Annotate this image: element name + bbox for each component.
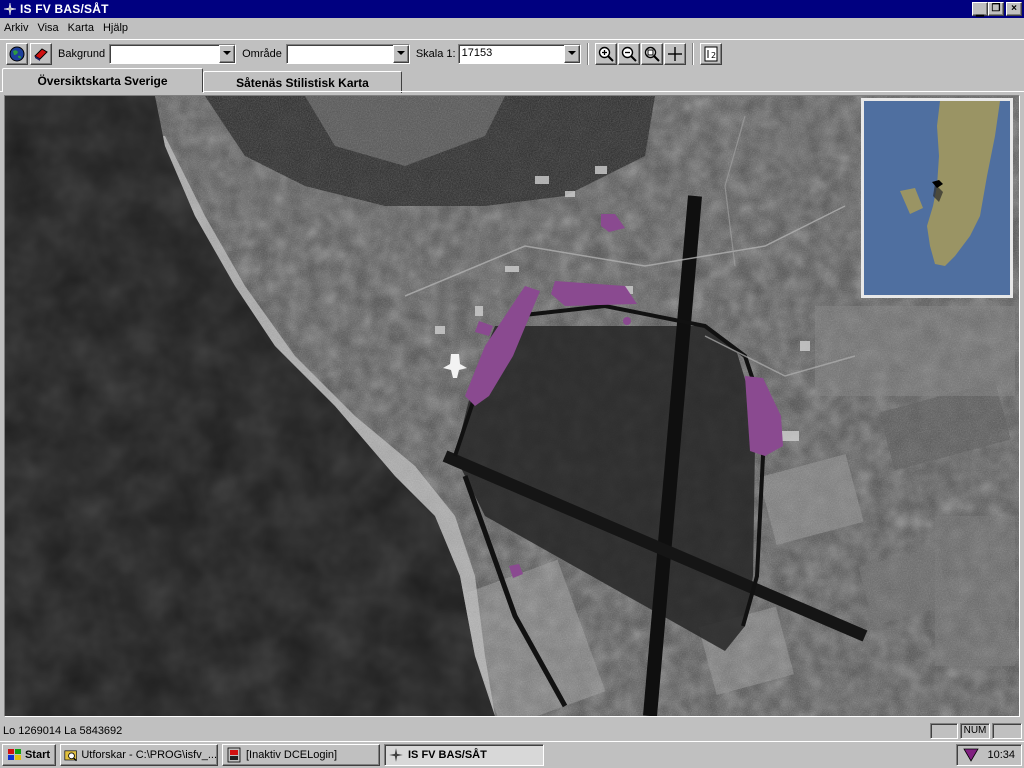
minimize-button[interactable]: ▁ (972, 2, 988, 16)
satellite-map[interactable] (5, 96, 1019, 716)
menu-karta[interactable]: Karta (68, 22, 94, 34)
close-icon: × (1011, 3, 1017, 14)
tray-network-icon[interactable] (963, 748, 979, 762)
layers-icon (34, 47, 48, 61)
omrade-select[interactable] (285, 43, 410, 64)
menu-hjalp-label: Hjälp (102, 22, 129, 34)
clock[interactable]: 10:34 (987, 749, 1015, 761)
toolbar-separator (586, 42, 589, 65)
tab-oversiktskarta-label: Översiktskarta Sverige (37, 73, 168, 88)
svg-text:2: 2 (711, 51, 716, 60)
globe-button[interactable] (6, 42, 28, 65)
toolbar-separator (691, 42, 694, 65)
omrade-value (287, 45, 393, 63)
scale-bar-button[interactable]: 2 (699, 42, 722, 65)
windows-logo-icon (7, 749, 21, 760)
skala-value: 17153 (461, 46, 493, 59)
status-panel-empty (992, 722, 1022, 739)
close-button[interactable]: × (1006, 2, 1022, 16)
skala-label: Skala 1: (415, 47, 456, 60)
menu-arkiv-label: Arkiv (4, 22, 29, 34)
task-is-fv-bas-sat[interactable]: IS FV BAS/SÅT (384, 744, 544, 766)
omrade-label: Område (242, 47, 282, 60)
zoom-fit-button[interactable] (640, 42, 663, 65)
system-tray: 10:34 (956, 744, 1022, 766)
task-dcelogin[interactable]: [Inaktiv DCELogin] (222, 744, 380, 766)
bakgrund-label: Bakgrund (58, 47, 106, 60)
menu-visa-label: Visa (37, 22, 59, 34)
menu-visa[interactable]: Visa (37, 22, 58, 34)
tab-satenas-karta-label: Såtenäs Stilistisk Karta (236, 75, 369, 90)
zoom-out-icon (621, 46, 637, 62)
zoom-in-button[interactable] (594, 42, 617, 65)
globe-icon (9, 46, 25, 61)
login-icon (227, 747, 241, 763)
minimize-icon: ▁ (976, 5, 984, 17)
chevron-down-icon[interactable] (392, 44, 409, 63)
app-icon (389, 748, 403, 762)
task-is-fv-bas-sat-label: IS FV BAS/SÅT (408, 749, 487, 761)
tab-oversiktskarta[interactable]: Översiktskarta Sverige (2, 68, 203, 92)
menu-bar: Arkiv Visa Karta Hjälp (0, 18, 1024, 38)
scale-bar-icon: 2 (704, 46, 718, 61)
start-label: Start (24, 749, 51, 761)
menu-arkiv[interactable]: Arkiv (4, 22, 28, 34)
restore-icon: ❐ (991, 3, 1001, 14)
taskbar: Start Utforskar - C:\PROG\isfv_... [Inak… (0, 741, 1024, 768)
pan-button[interactable] (663, 42, 686, 65)
chevron-down-icon[interactable] (219, 44, 236, 63)
menu-hjalp[interactable]: Hjälp (103, 22, 128, 34)
chevron-down-icon[interactable] (563, 44, 580, 63)
task-utforskare-label: Utforskar - C:\PROG\isfv_... (81, 749, 217, 761)
zoom-in-icon (598, 46, 614, 62)
title-bar[interactable]: IS FV BAS/SÅT ▁ ❐ × (0, 0, 1024, 18)
toolbar: Bakgrund Område Skala 1: 17153 2 (0, 39, 1024, 67)
explorer-icon (64, 750, 77, 762)
tab-satenas-karta[interactable]: Såtenäs Stilistisk Karta (203, 71, 402, 93)
window-title: IS FV BAS/SÅT (20, 2, 109, 16)
menu-karta-label: Karta (67, 22, 94, 34)
coordinate-readout: Lo 1269014 La 5843692 (3, 724, 123, 737)
bakgrund-value (110, 45, 219, 63)
app-icon[interactable] (2, 1, 18, 17)
num-lock-indicator: NUM (960, 722, 990, 739)
zoom-out-button[interactable] (617, 42, 640, 65)
layers-button[interactable] (30, 42, 52, 65)
task-dcelogin-label: [Inaktiv DCELogin] (246, 749, 338, 761)
task-utforskare[interactable]: Utforskar - C:\PROG\isfv_... (60, 744, 218, 766)
num-lock-label: NUM (963, 725, 987, 736)
satellite-map-image (5, 96, 1019, 716)
tab-strip: Översiktskarta Sverige Såtenäs Stilistis… (0, 68, 1024, 93)
zoom-fit-icon (644, 46, 660, 62)
status-panel-empty (930, 722, 958, 739)
bakgrund-select[interactable] (109, 43, 237, 64)
pan-crosshair-icon (667, 46, 682, 61)
map-frame (4, 95, 1020, 717)
overview-map[interactable] (861, 98, 1013, 298)
restore-button[interactable]: ❐ (988, 2, 1004, 16)
status-bar: Lo 1269014 La 5843692 NUM (0, 721, 1024, 740)
skala-select[interactable]: 17153 (457, 43, 581, 64)
start-button[interactable]: Start (2, 744, 56, 766)
